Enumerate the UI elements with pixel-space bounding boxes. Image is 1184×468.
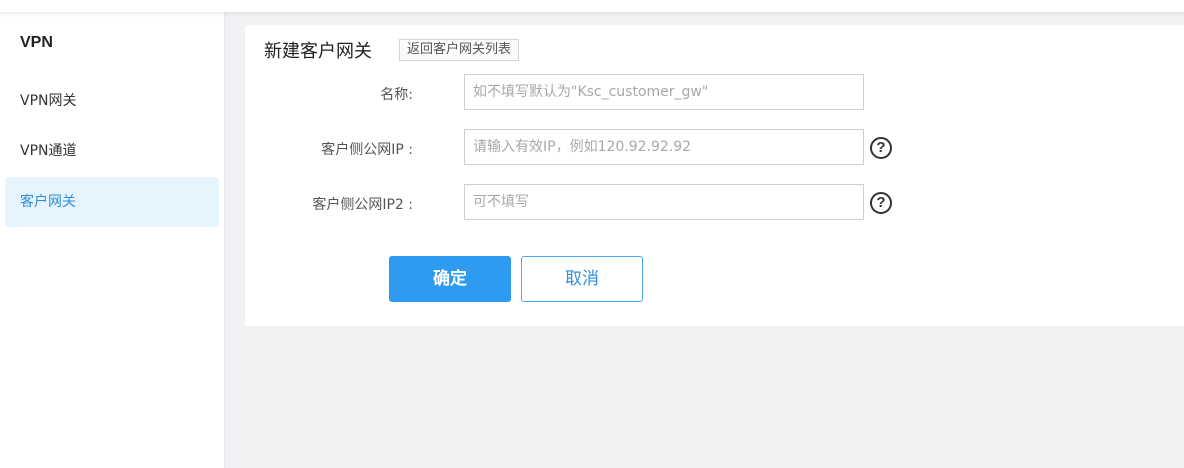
sidebar-title: VPN [20,34,53,51]
sidebar-item-vpn-gateway[interactable]: VPN网关 [5,76,219,126]
help-icon[interactable]: ? [870,137,892,159]
sidebar: VPN VPN网关 VPN通道 客户网关 [0,12,225,468]
name-input[interactable] [464,74,864,110]
confirm-button[interactable]: 确定 [389,256,511,302]
public-ip2-input[interactable] [464,184,864,220]
name-label: 名称: [380,87,413,103]
help-icon[interactable]: ? [870,192,892,214]
back-to-list-link[interactable]: 返回客户网关列表 [399,39,520,61]
sidebar-item-vpn-tunnel[interactable]: VPN通道 [5,126,219,176]
sidebar-item-customer-gateway[interactable]: 客户网关 [5,177,219,227]
public-ip2-label: 客户侧公网IP2 : [312,197,413,213]
form-panel: 新建客户网关 返回客户网关列表 名称: 客户侧公网IP : ? 客户侧公网IP2… [245,25,1184,326]
public-ip-label: 客户侧公网IP : [321,142,413,158]
cancel-button[interactable]: 取消 [521,256,643,302]
top-bar [0,0,1184,12]
page-title: 新建客户网关 [264,41,372,62]
public-ip-input[interactable] [464,129,864,165]
